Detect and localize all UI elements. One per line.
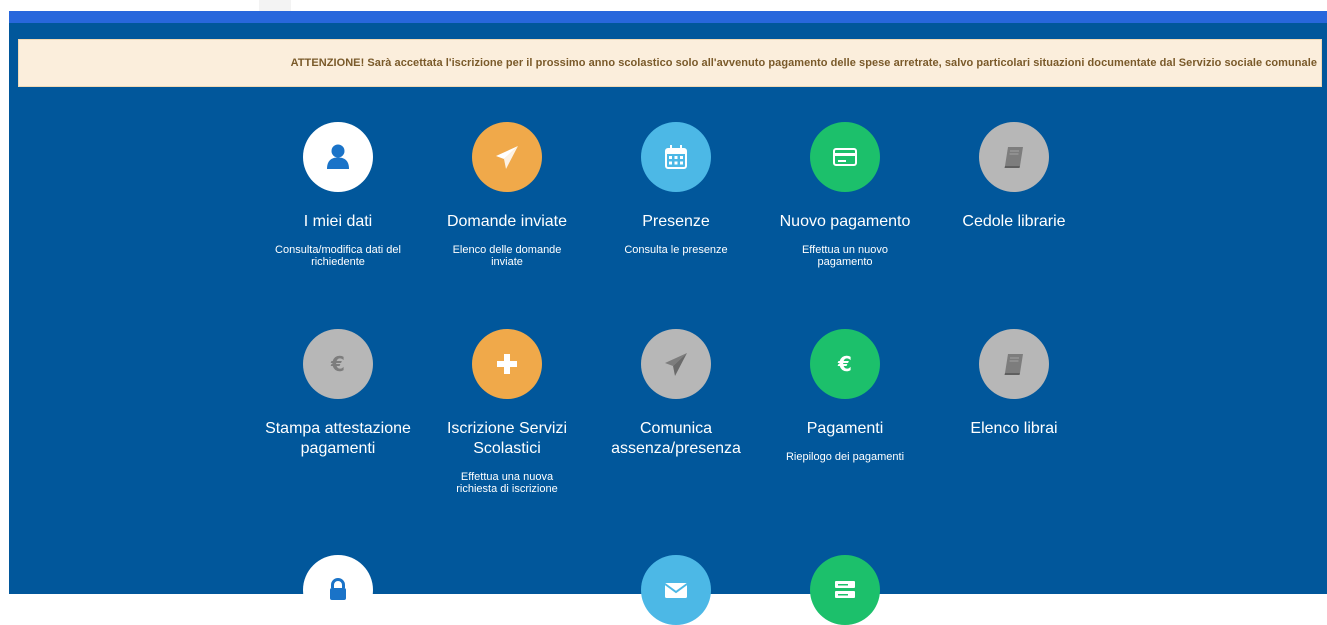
book-icon	[1004, 147, 1023, 168]
tile-title: Elenco librai	[970, 420, 1058, 437]
euro-icon: €	[837, 352, 852, 376]
tile-icon-circle	[979, 122, 1049, 192]
header-bar	[9, 11, 1327, 23]
main-panel: ATTENZIONE! Sarà accettata l'iscrizione …	[9, 23, 1327, 625]
svg-text:€: €	[330, 352, 345, 376]
tile-icon-circle	[472, 329, 542, 399]
tile-icon-circle	[641, 329, 711, 399]
tile-title: Comunica assenza/presenza	[611, 420, 741, 457]
tile-title: Iscrizione Servizi Scolastici	[446, 420, 568, 457]
tile-subtitle: Effettua un nuovo pagamento	[801, 244, 889, 268]
book-icon	[1004, 354, 1023, 375]
tile-icon-circle: €	[810, 329, 880, 399]
tile-icon-circle	[979, 329, 1049, 399]
credit-card-icon	[833, 148, 857, 166]
tile-icon-circle: €	[303, 329, 373, 399]
server-icon	[835, 581, 855, 598]
tile-title: Domande inviate	[446, 213, 568, 230]
user-icon	[327, 144, 349, 169]
tile-comunica-assenza-presenza[interactable]: Comunica assenza/presenza	[591, 329, 761, 471]
paper-plane-icon	[665, 353, 687, 376]
tile-stampa-attestazione-pagamenti[interactable]: € Stampa attestazione pagamenti	[253, 329, 423, 471]
tile-icon-circle	[303, 555, 373, 625]
lock-icon	[330, 578, 346, 600]
plus-icon	[497, 354, 517, 374]
envelope-icon	[664, 583, 688, 598]
tile-title: Cedole librarie	[962, 213, 1066, 230]
tile-iscrizione-servizi-scolastici[interactable]: Iscrizione Servizi Scolastici Effettua u…	[422, 329, 592, 495]
calendar-icon	[665, 145, 687, 169]
svg-text:€: €	[837, 352, 852, 376]
top-tab	[259, 0, 291, 11]
tile-server[interactable]	[760, 555, 930, 625]
tile-icon-circle	[810, 555, 880, 625]
tile-title: Stampa attestazione pagamenti	[265, 420, 411, 457]
tile-presenze[interactable]: Presenze Consulta le presenze	[591, 122, 761, 256]
tile-icon-circle	[641, 555, 711, 625]
tile-title: Presenze	[642, 213, 710, 230]
tile-title: Pagamenti	[806, 420, 884, 437]
tile-icon-circle	[641, 122, 711, 192]
tile-subtitle: Elenco delle domande inviate	[452, 244, 562, 268]
tile-cedole-librarie[interactable]: Cedole librarie	[929, 122, 1099, 244]
tile-subtitle: Effettua una nuova richiesta di iscrizio…	[456, 471, 558, 495]
tile-envelope[interactable]	[591, 555, 761, 625]
tile-i-miei-dati[interactable]: I miei dati Consulta/modifica dati del r…	[253, 122, 423, 268]
browser-top-strip	[0, 0, 1327, 11]
tile-title: I miei dati	[303, 213, 373, 230]
tile-subtitle: Consulta le presenze	[624, 244, 728, 256]
tile-domande-inviate[interactable]: Domande inviate Elenco delle domande inv…	[422, 122, 592, 268]
paper-plane-icon	[496, 146, 518, 169]
tile-icon-circle	[303, 122, 373, 192]
warning-notice: ATTENZIONE! Sarà accettata l'iscrizione …	[18, 39, 1322, 87]
euro-icon: €	[330, 352, 345, 376]
tile-elenco-librai[interactable]: Elenco librai	[929, 329, 1099, 451]
tile-subtitle: Consulta/modifica dati del richiedente	[275, 244, 401, 268]
tile-lock[interactable]	[253, 555, 423, 625]
tile-icon-circle	[810, 122, 880, 192]
tile-icon-circle	[472, 122, 542, 192]
tile-subtitle: Riepilogo dei pagamenti	[785, 451, 905, 463]
tile-pagamenti[interactable]: € Pagamenti Riepilogo dei pagamenti	[760, 329, 930, 463]
warning-notice-text: ATTENZIONE! Sarà accettata l'iscrizione …	[290, 57, 1317, 69]
tile-nuovo-pagamento[interactable]: Nuovo pagamento Effettua un nuovo pagame…	[760, 122, 930, 268]
tile-title: Nuovo pagamento	[779, 213, 911, 230]
